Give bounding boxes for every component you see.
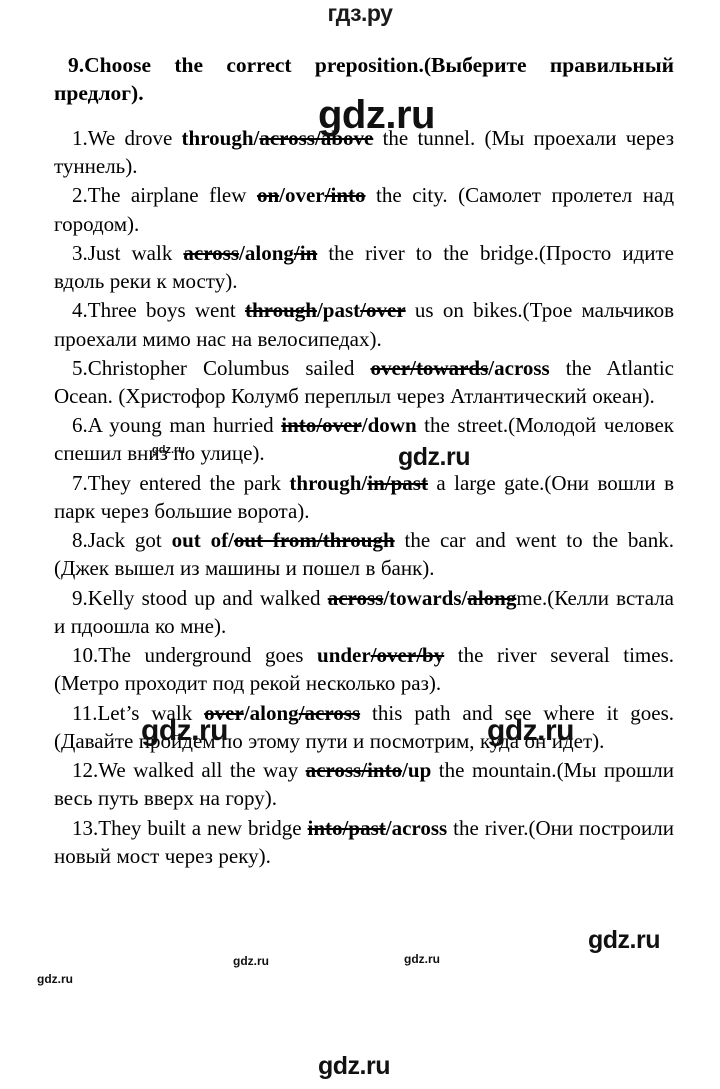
option-struck[interactable]: across: [183, 241, 239, 265]
option-correct[interactable]: down: [368, 413, 417, 437]
option-struck[interactable]: by: [422, 643, 444, 667]
option-struck[interactable]: past: [348, 816, 385, 840]
question-text-before: 3.Just walk: [72, 240, 184, 265]
option-struck[interactable]: over: [370, 356, 410, 380]
option-struck[interactable]: through: [245, 298, 317, 322]
option-struck[interactable]: past: [391, 471, 428, 495]
watermark: gdz.ru: [404, 952, 440, 966]
question-item: 4.Three boys went through/past/over us o…: [54, 296, 674, 352]
option-correct[interactable]: out of: [172, 528, 229, 552]
question-item: 8.Jack got out of/out from/through the c…: [54, 526, 674, 582]
question-text-after: the city.: [365, 183, 459, 208]
question-translation: (Метро проходит под рекой несколько раз)…: [54, 671, 442, 696]
question-text-after: the street.: [416, 413, 509, 438]
question-text-before: 6.A young man hurried: [72, 413, 282, 438]
question-item: 1.We drove through/across/above the tunn…: [54, 124, 674, 180]
option-struck[interactable]: across: [259, 126, 315, 150]
question-item: 11.Let’s walk over/along/across this pat…: [54, 699, 674, 755]
question-text-after: a large gate.: [427, 470, 545, 495]
worksheet-page: 9.Choose the correct preposition.(Выбери…: [54, 52, 674, 871]
question-text-before: 5.Christopher Columbus sailed: [72, 355, 371, 380]
option-struck[interactable]: across: [305, 701, 361, 725]
question-text-before: 8.Jack got: [72, 528, 172, 553]
option-struck[interactable]: into: [330, 183, 365, 207]
option-correct[interactable]: across: [494, 356, 550, 380]
watermark: gdz.ru: [318, 1052, 391, 1080]
option-correct[interactable]: across: [392, 816, 448, 840]
question-item: 6.A young man hurried into/over/down the…: [54, 411, 674, 467]
option-struck[interactable]: into: [308, 816, 343, 840]
question-text-after: the car and went to the bank.: [394, 528, 674, 553]
option-struck[interactable]: on: [257, 183, 279, 207]
question-text-before: 10.The underground goes: [72, 643, 318, 668]
option-struck[interactable]: out from: [234, 528, 317, 552]
watermark: gdz.ru: [588, 926, 661, 954]
option-struck[interactable]: across: [306, 758, 362, 782]
option-struck[interactable]: over: [366, 298, 406, 322]
question-item: 3.Just walk across/along/in the river to…: [54, 239, 674, 295]
option-correct[interactable]: through: [182, 126, 254, 150]
option-struck[interactable]: along: [467, 586, 516, 610]
option-correct[interactable]: along: [245, 241, 294, 265]
question-item: 2.The airplane flew on/over/into the cit…: [54, 181, 674, 237]
question-text-after: the river.: [447, 815, 529, 840]
watermark: gdz.ru: [37, 972, 73, 986]
watermark: gdz.ru: [233, 954, 269, 968]
question-item: 7.They entered the park through/in/past …: [54, 469, 674, 525]
question-item: 12.We walked all the way across/into/up …: [54, 756, 674, 812]
option-struck[interactable]: over: [204, 701, 244, 725]
question-translation: (Давайте пройдем по этому пути и посмотр…: [54, 728, 605, 753]
option-struck[interactable]: through: [323, 528, 395, 552]
option-struck[interactable]: over: [377, 643, 417, 667]
question-text-after: the mountain.: [431, 758, 557, 783]
question-text-after: this path and see where it goes.: [360, 700, 674, 725]
question-text-before: 2.The airplane flew: [72, 183, 257, 208]
question-text-before: 1.We drove: [72, 125, 182, 150]
question-text-before: 12.We walked all the way: [72, 758, 306, 783]
option-correct[interactable]: towards: [389, 586, 461, 610]
question-list: 1.We drove through/across/above the tunn…: [54, 124, 674, 870]
option-struck[interactable]: above: [321, 126, 374, 150]
question-translation: (Джек вышел из машины и пошел в банк).: [54, 556, 435, 581]
question-item: 5.Christopher Columbus sailed over/towar…: [54, 354, 674, 410]
task-heading: 9.Choose the correct preposition.(Выбери…: [54, 53, 674, 105]
question-text-after: us on bikes.: [405, 298, 523, 323]
question-text-after: me.: [516, 585, 548, 610]
question-text-before: 11.Let’s walk: [72, 700, 205, 725]
option-struck[interactable]: over: [322, 413, 362, 437]
option-struck[interactable]: in: [367, 471, 385, 495]
question-text-after: the river to the bridge.: [317, 240, 539, 265]
question-translation: (Христофор Колумб переплыл через Атланти…: [118, 383, 655, 408]
option-struck[interactable]: into: [281, 413, 316, 437]
question-text-before: 4.Three boys went: [72, 298, 245, 323]
option-correct[interactable]: over: [285, 183, 325, 207]
question-text-before: 7.They entered the park: [72, 470, 290, 495]
question-item: 10.The underground goes under/over/by th…: [54, 641, 674, 697]
question-text-after: the tunnel.: [373, 125, 485, 150]
option-correct[interactable]: along: [250, 701, 299, 725]
option-struck[interactable]: into: [367, 758, 402, 782]
question-item: 9.Kelly stood up and walked across/towar…: [54, 584, 674, 640]
question-item: 13.They built a new bridge into/past/acr…: [54, 814, 674, 870]
question-text-before: 9.Kelly stood up and walked: [72, 585, 328, 610]
site-logo: гдз.ру: [327, 0, 393, 26]
option-correct[interactable]: under: [317, 643, 371, 667]
option-correct[interactable]: through: [289, 471, 361, 495]
option-correct[interactable]: up: [408, 758, 431, 782]
question-text-after: the river several times.: [444, 643, 674, 668]
option-struck[interactable]: towards: [416, 356, 488, 380]
question-text-before: 13.They built a new bridge: [72, 815, 308, 840]
option-struck[interactable]: in: [300, 241, 318, 265]
option-struck[interactable]: across: [328, 586, 384, 610]
option-correct[interactable]: past: [323, 298, 360, 322]
